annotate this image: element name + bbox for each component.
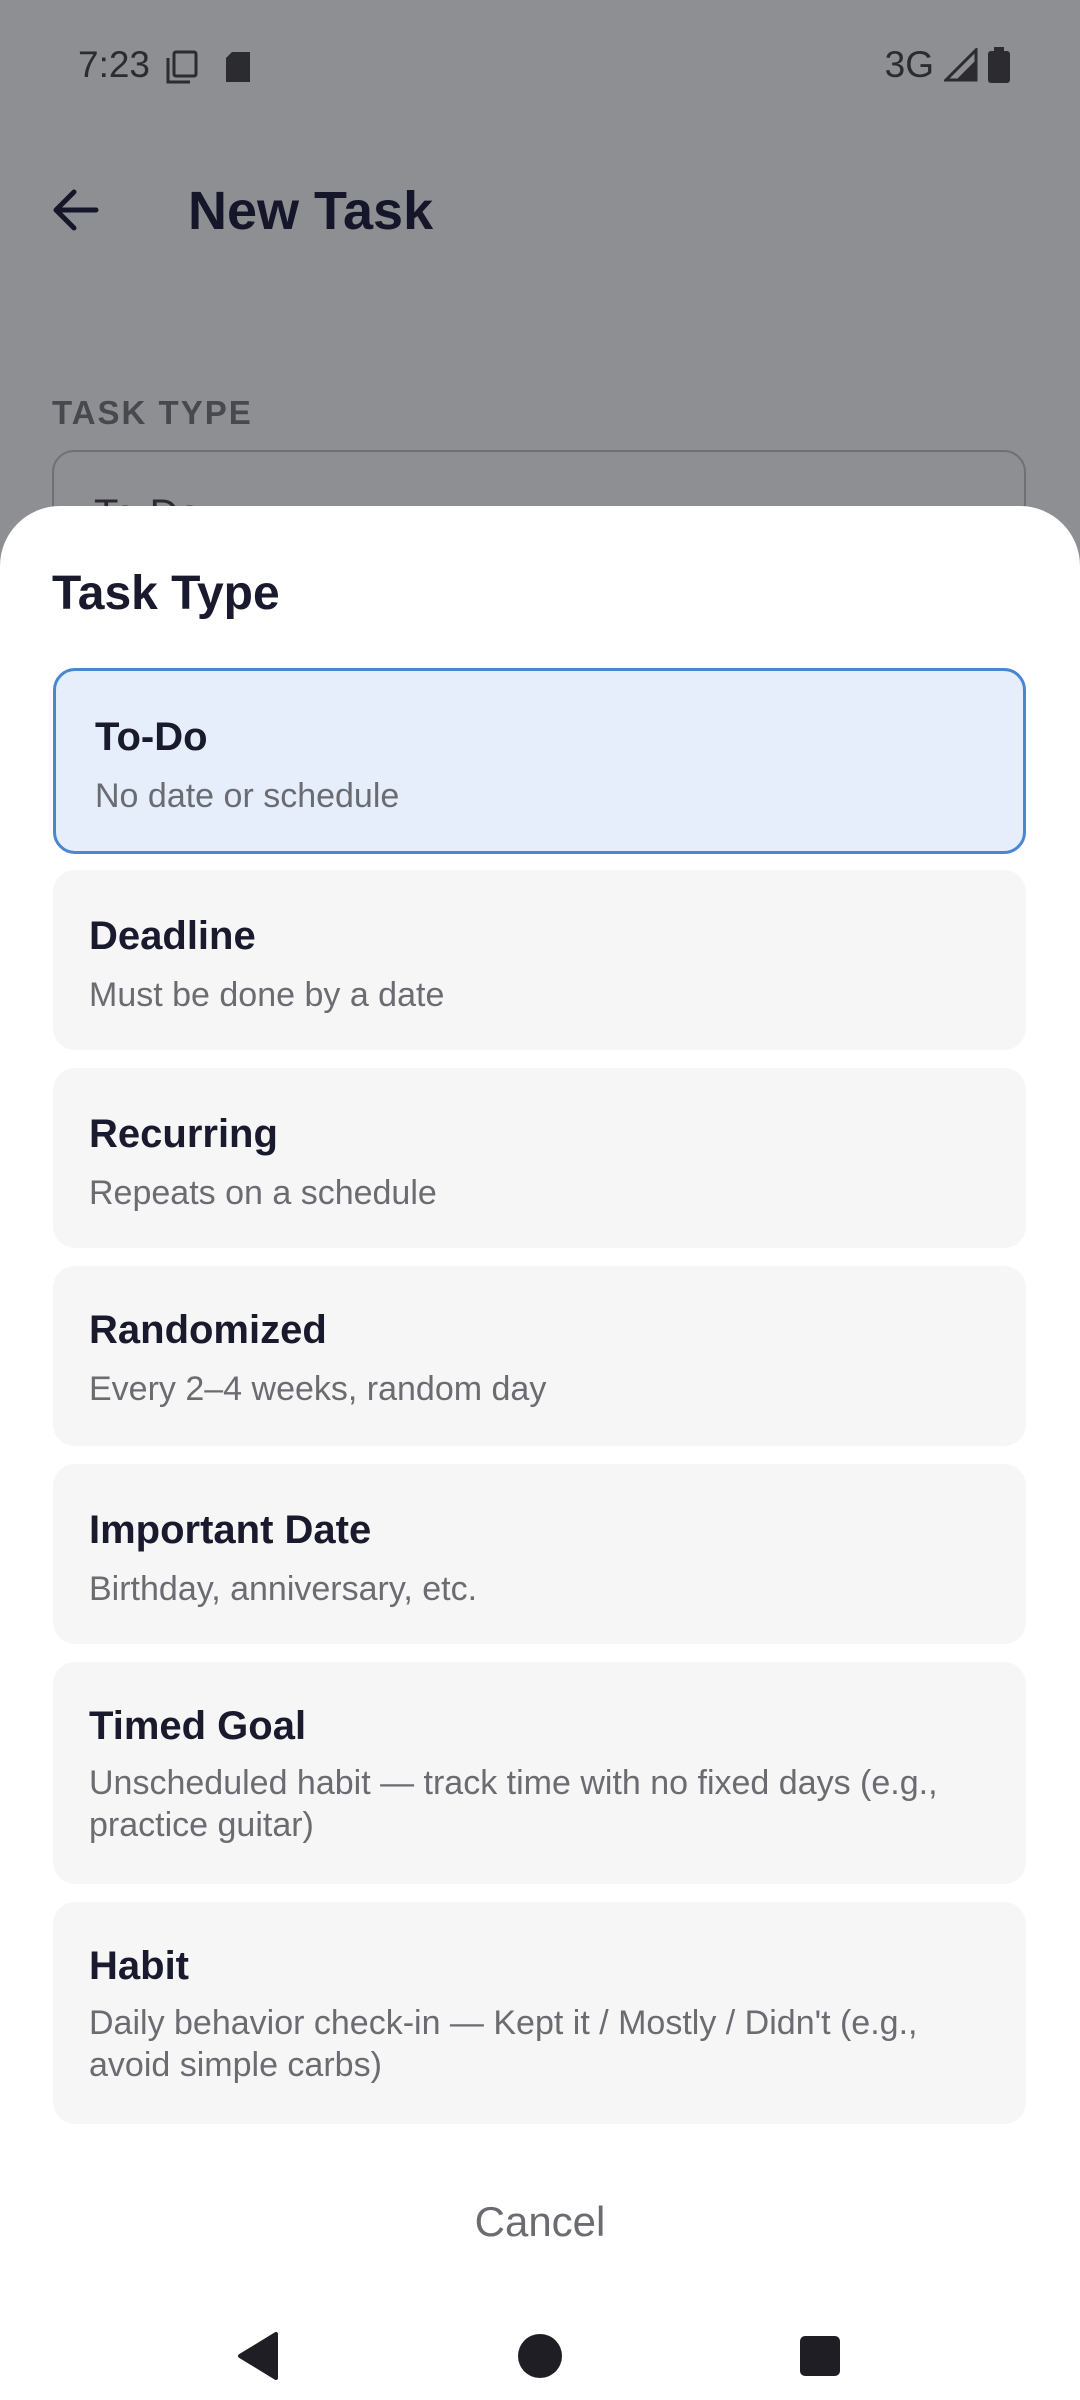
sheet-title: Task Type (52, 567, 280, 620)
task-type-option-recurring[interactable]: Recurring Repeats on a schedule (53, 1068, 1026, 1248)
option-title: Important Date (89, 1508, 372, 1552)
battery-icon (988, 47, 1010, 83)
option-title: To-Do (95, 715, 208, 759)
option-title: Habit (89, 1944, 189, 1988)
page-title: New Task (188, 181, 434, 241)
option-subtitle: Unscheduled habit — track time with no f… (89, 1764, 938, 1844)
system-navigation-bar (0, 2312, 1080, 2400)
task-type-option-habit[interactable]: Habit Daily behavior check-in — Kept it … (53, 1902, 1026, 2124)
nav-home-icon[interactable] (512, 2328, 568, 2384)
screenshot-notification-icon (166, 50, 198, 84)
network-type-label: 3G (884, 44, 934, 85)
option-subtitle: Must be done by a date (89, 976, 445, 1014)
option-title: Timed Goal (89, 1704, 307, 1748)
option-subtitle: Every 2–4 weeks, random day (89, 1370, 547, 1408)
cancel-button[interactable]: Cancel (0, 2198, 1080, 2246)
nav-back-icon[interactable] (232, 2328, 288, 2384)
status-time: 7:23 (78, 44, 151, 85)
sd-card-icon (226, 52, 250, 82)
task-type-option-randomized[interactable]: Randomized Every 2–4 weeks, random day (53, 1266, 1026, 1446)
option-subtitle: Repeats on a schedule (89, 1174, 437, 1212)
status-right: 3G (885, 44, 1010, 86)
task-type-section-label: TASK TYPE (52, 394, 253, 431)
task-type-option-important-date[interactable]: Important Date Birthday, anniversary, et… (53, 1464, 1026, 1644)
option-title: Deadline (89, 914, 256, 958)
task-type-option-todo[interactable]: To-Do No date or schedule (53, 668, 1026, 854)
option-title: Recurring (89, 1112, 278, 1156)
task-type-bottom-sheet: Task Type To-Do No date or schedule Dead… (0, 506, 1080, 2400)
status-bar: 7:23 3G (0, 0, 1080, 136)
app-bar: New Task (0, 150, 1080, 270)
option-title: Randomized (89, 1308, 327, 1352)
option-subtitle: Birthday, anniversary, etc. (89, 1570, 478, 1608)
task-type-option-deadline[interactable]: Deadline Must be done by a date (53, 870, 1026, 1050)
back-arrow-icon[interactable] (46, 180, 106, 240)
option-subtitle: Daily behavior check-in — Kept it / Most… (89, 2004, 918, 2084)
task-type-option-timed-goal[interactable]: Timed Goal Unscheduled habit — track tim… (53, 1662, 1026, 1884)
option-subtitle: No date or schedule (95, 777, 400, 815)
signal-icon (944, 48, 978, 82)
nav-recents-icon[interactable] (792, 2328, 848, 2384)
